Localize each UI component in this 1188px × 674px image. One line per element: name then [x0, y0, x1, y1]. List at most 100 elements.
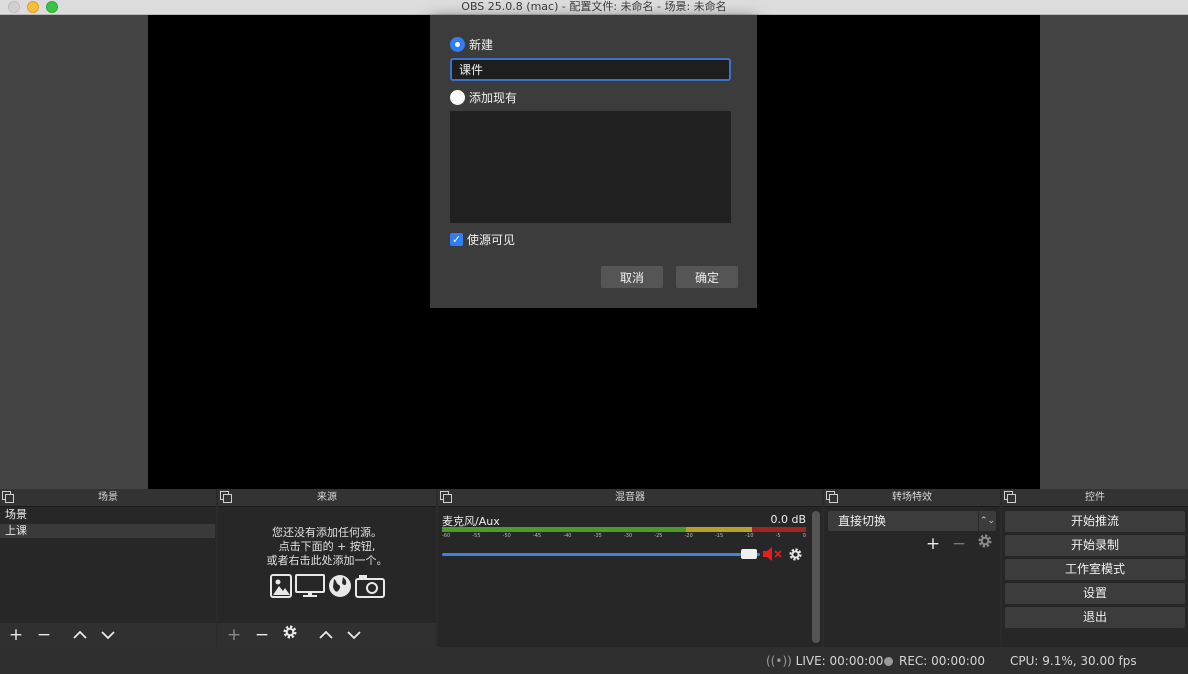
- chevron-up-icon: [319, 630, 333, 639]
- source-properties-button[interactable]: [276, 624, 304, 646]
- add-existing-radio[interactable]: [450, 90, 465, 105]
- add-source-button[interactable]: +: [220, 624, 248, 646]
- remove-source-button[interactable]: −: [248, 624, 276, 646]
- start-streaming-button[interactable]: 开始推流: [1005, 511, 1185, 532]
- window-titlebar: OBS 25.0.8 (mac) - 配置文件: 未命名 - 场景: 未命名: [0, 0, 1188, 15]
- transition-tools: + −: [922, 533, 996, 555]
- transition-selected-value: 直接切换: [838, 514, 887, 528]
- empty-message-line: 或者右击此处添加一个。: [266, 554, 388, 567]
- chevron-down-icon: [101, 631, 115, 640]
- controls-dock-title: 控件: [1085, 492, 1105, 503]
- move-scene-down-button[interactable]: [94, 624, 122, 646]
- mixer-dock-header: 混音器: [438, 489, 822, 507]
- move-source-up-button[interactable]: [312, 624, 340, 646]
- meter-tick-label: -55: [472, 533, 481, 539]
- transition-select[interactable]: 直接切换 ⌃⌄: [828, 511, 996, 531]
- toolbar-spacer: [58, 624, 66, 646]
- transitions-dock-header: 转场特效: [824, 489, 1000, 507]
- toolbar-spacer: [304, 624, 312, 646]
- add-source-dialog: 新建 添加现有 ✓ 使源可见 取消 确定: [430, 15, 757, 308]
- add-existing-option[interactable]: 添加现有: [450, 89, 517, 106]
- scenes-dock-title: 场景: [98, 492, 118, 503]
- audio-level-meter: [442, 527, 806, 532]
- empty-message-line: 点击下面的 + 按钮,: [278, 540, 376, 553]
- status-bar: ((•)) LIVE: 00:00:00 REC: 00:00:00 CPU: …: [0, 647, 1188, 674]
- meter-tick-label: -60: [442, 533, 451, 539]
- new-source-radio[interactable]: [450, 37, 465, 52]
- camera-source-icon: [354, 575, 385, 598]
- scenes-dock: 场景 场景 上课 + −: [0, 489, 216, 647]
- image-source-icon: [269, 574, 292, 598]
- scene-list-item[interactable]: 场景: [0, 508, 215, 522]
- mixer-dock: 混音器 麦克风/Aux 0.0 dB -60 -55 -50 -45 -40 -35 -30…: [438, 489, 822, 647]
- meter-tick-label: -40: [563, 533, 572, 539]
- controls-dock-header: 控件: [1002, 489, 1188, 507]
- new-source-option[interactable]: 新建: [450, 36, 493, 53]
- make-visible-label: 使源可见: [467, 233, 516, 247]
- sources-dock-header: 来源: [218, 489, 436, 507]
- transition-properties-button[interactable]: [974, 533, 996, 555]
- float-dock-icon[interactable]: [1004, 491, 1016, 503]
- meter-tick-label: -25: [654, 533, 663, 539]
- mute-speaker-icon[interactable]: [762, 546, 784, 562]
- meter-tick-label: -15: [714, 533, 724, 539]
- ok-button[interactable]: 确定: [676, 266, 738, 288]
- make-visible-option[interactable]: ✓ 使源可见: [450, 231, 515, 248]
- volume-slider-handle[interactable]: [741, 549, 757, 559]
- source-name-input[interactable]: [450, 58, 731, 81]
- studio-mode-button[interactable]: 工作室模式: [1005, 559, 1185, 580]
- settings-button[interactable]: 设置: [1005, 583, 1185, 604]
- float-dock-icon[interactable]: [220, 491, 232, 503]
- browser-source-icon: [328, 575, 351, 597]
- sources-toolbar: + −: [218, 623, 436, 647]
- meter-green-zone: [442, 527, 686, 532]
- scenes-dock-header: 场景: [0, 489, 216, 507]
- remove-transition-button[interactable]: −: [948, 533, 970, 555]
- meter-tick-label: -50: [502, 533, 511, 539]
- move-scene-up-button[interactable]: [66, 624, 94, 646]
- chevron-up-icon: [73, 630, 87, 639]
- empty-message-line: 您还没有添加任何源。: [272, 526, 382, 539]
- exit-button[interactable]: 退出: [1005, 607, 1185, 628]
- move-source-down-button[interactable]: [340, 624, 368, 646]
- meter-tick-label: -35: [593, 533, 602, 539]
- volume-slider-track[interactable]: [442, 553, 760, 556]
- dock-area: 场景 场景 上课 + − 来源 您还没有添加任何源。 点击下面的 + 按钮, 或…: [0, 489, 1188, 647]
- float-dock-icon[interactable]: [2, 491, 14, 503]
- make-visible-checkbox[interactable]: ✓: [450, 233, 463, 246]
- add-scene-button[interactable]: +: [2, 624, 30, 646]
- existing-sources-list[interactable]: [450, 111, 731, 223]
- meter-yellow-zone: [686, 527, 752, 532]
- controls-dock: 控件 开始推流 开始录制 工作室模式 设置 退出: [1002, 489, 1188, 647]
- meter-tick-label: -20: [684, 533, 693, 539]
- scene-list-item-selected[interactable]: 上课: [0, 524, 215, 538]
- transitions-dock: 转场特效 直接切换 ⌃⌄ + −: [824, 489, 1000, 647]
- add-transition-button[interactable]: +: [922, 533, 944, 555]
- live-status: ((•)) LIVE: 00:00:00: [766, 654, 883, 668]
- record-dot-icon: [884, 657, 893, 666]
- audio-channel-db: 0.0 dB: [770, 513, 806, 526]
- window-title: OBS 25.0.8 (mac) - 配置文件: 未命名 - 场景: 未命名: [461, 0, 727, 13]
- scenes-toolbar: + −: [0, 623, 216, 647]
- gear-icon: [978, 534, 992, 548]
- chevron-down-icon: [347, 631, 361, 640]
- mixer-dock-title: 混音器: [615, 492, 645, 503]
- live-timer: LIVE: 00:00:00: [795, 654, 884, 668]
- gear-icon: [283, 625, 297, 639]
- gear-icon[interactable]: [788, 547, 803, 562]
- broadcast-icon: ((•)): [766, 654, 792, 668]
- cancel-button[interactable]: 取消: [601, 266, 663, 288]
- sources-dock: 来源 您还没有添加任何源。 点击下面的 + 按钮, 或者右击此处添加一个。 + …: [218, 489, 436, 647]
- meter-red-zone: [752, 527, 806, 532]
- meter-tick-label: -45: [532, 533, 542, 539]
- add-existing-label: 添加现有: [469, 91, 518, 105]
- mixer-scrollbar[interactable]: [812, 511, 820, 643]
- source-type-icons: [218, 574, 436, 598]
- meter-tick-label: -30: [623, 533, 633, 539]
- float-dock-icon[interactable]: [826, 491, 838, 503]
- start-recording-button[interactable]: 开始录制: [1005, 535, 1185, 556]
- rec-timer: REC: 00:00:00: [899, 654, 986, 668]
- sources-empty-message[interactable]: 您还没有添加任何源。 点击下面的 + 按钮, 或者右击此处添加一个。: [218, 526, 436, 568]
- float-dock-icon[interactable]: [440, 491, 452, 503]
- remove-scene-button[interactable]: −: [30, 624, 58, 646]
